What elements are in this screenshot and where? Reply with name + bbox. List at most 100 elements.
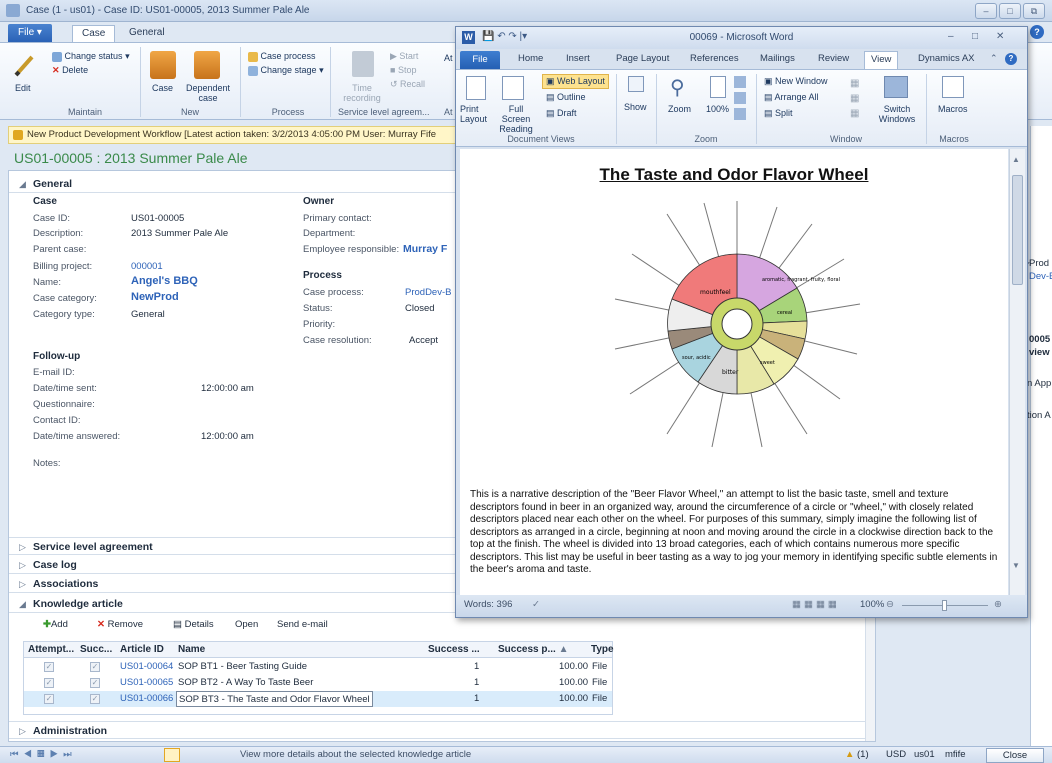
attempted-checkbox[interactable]: ✓ [44, 662, 54, 672]
side-by-side-icons[interactable]: ▦ ▦ ▦ [850, 76, 862, 122]
macros-button[interactable]: Macros [938, 104, 968, 114]
show-button[interactable]: Show [624, 102, 647, 112]
fasttab-administration[interactable]: ▷ Administration [9, 721, 875, 739]
case-process-button[interactable]: Case process [248, 51, 316, 62]
word-tab-review[interactable]: Review [818, 53, 849, 64]
change-status-button[interactable]: Change status ▾ [52, 51, 130, 62]
dependent-case-icon[interactable] [194, 51, 220, 79]
record-nav-icons[interactable]: ⏮◀▦▶⏭ [10, 747, 77, 763]
start-button[interactable]: ▶ Start [390, 51, 418, 62]
case-category-field[interactable]: NewProd [131, 291, 179, 303]
col-success-count[interactable]: Success ... [424, 642, 494, 658]
restore-button[interactable]: ⧉ [1023, 3, 1045, 19]
recall-button[interactable]: ↺ Recall [390, 79, 425, 90]
word-close-button[interactable]: ✕ [996, 31, 1004, 42]
col-article-id[interactable]: Article ID [116, 642, 174, 658]
word-vertical-scrollbar[interactable]: ▲ ▼ [1009, 149, 1025, 595]
company-indicator[interactable]: us01 [914, 747, 935, 763]
new-window-button[interactable]: ▣ New Window [764, 76, 828, 87]
date-answered-field[interactable]: 12:00:00 am [201, 431, 254, 442]
page-width-icon[interactable] [734, 108, 746, 120]
word-tab-mailings[interactable]: Mailings [760, 53, 795, 64]
name-field[interactable]: Angel's BBQ [131, 275, 198, 287]
word-count[interactable]: Words: 396 [464, 595, 512, 615]
word-tab-file[interactable]: File [460, 51, 500, 69]
remove-button[interactable]: ✕ Remove [97, 619, 143, 630]
category-type-field[interactable]: General [131, 309, 165, 320]
alerts-count[interactable]: (1) [857, 747, 869, 763]
date-sent-field[interactable]: 12:00:00 am [201, 383, 254, 394]
full-screen-icon[interactable] [502, 76, 524, 100]
zoom-100-icon[interactable] [710, 76, 726, 98]
two-pages-icon[interactable] [734, 92, 746, 104]
attachments-icon[interactable] [164, 748, 180, 762]
table-row[interactable]: ✓ ✓ US01-00064 SOP BT1 - Beer Tasting Gu… [24, 659, 612, 675]
open-button[interactable]: Open [235, 619, 258, 630]
case-process-field[interactable]: ProdDev-B [405, 287, 451, 298]
case-resolution-field[interactable]: Accept [409, 335, 438, 346]
show-icon[interactable] [628, 76, 644, 92]
article-id-cell[interactable]: US01-00065 [120, 675, 173, 691]
table-row-selected[interactable]: ✓ ✓ US01-00066 SOP BT3 - The Taste and O… [24, 691, 612, 707]
stop-button[interactable]: ■ Stop [390, 65, 416, 75]
print-layout-icon[interactable] [466, 76, 486, 100]
word-help-icon[interactable]: ? [1005, 53, 1017, 65]
successful-checkbox[interactable]: ✓ [90, 694, 100, 704]
scroll-up-icon[interactable]: ▲ [1012, 155, 1020, 164]
close-button[interactable]: Close [986, 748, 1044, 763]
macros-icon[interactable] [942, 76, 964, 98]
currency-indicator[interactable]: USD [886, 747, 906, 763]
delete-button[interactable]: ✕ Delete [52, 65, 88, 76]
case-icon[interactable] [150, 51, 176, 79]
word-document[interactable]: The Taste and Odor Flavor Wheel mouthfee… [460, 149, 1008, 595]
workflow-infobar[interactable]: New Product Development Workflow [Latest… [8, 126, 463, 144]
name-cell[interactable]: SOP BT3 - The Taste and Odor Flavor Whee… [176, 691, 373, 707]
word-tab-dynamics[interactable]: Dynamics AX [918, 53, 975, 64]
article-id-cell[interactable]: US01-00066 [120, 691, 173, 707]
maximize-button[interactable]: □ [999, 3, 1021, 19]
ribbon-collapse-icon[interactable]: ⌃ [990, 53, 998, 64]
zoom-icon[interactable]: ⚲ [670, 75, 685, 100]
details-button[interactable]: ▤ Details [173, 619, 214, 630]
change-stage-button[interactable]: Change stage ▾ [248, 65, 324, 76]
switch-windows-button[interactable]: Switch Windows [874, 104, 920, 124]
col-attempt[interactable]: Attempt... [24, 642, 76, 658]
add-button[interactable]: ✚Add [43, 619, 68, 630]
tab-general[interactable]: General [120, 25, 174, 42]
user-indicator[interactable]: mfife [945, 747, 966, 763]
zoom-in-icon[interactable]: ⊕ [994, 595, 1002, 615]
arrange-all-button[interactable]: ▤ Arrange All [764, 92, 819, 103]
send-email-button[interactable]: Send e-mail [277, 619, 328, 630]
switch-windows-icon[interactable] [884, 76, 908, 98]
outline-button[interactable]: ▤ Outline [546, 92, 586, 103]
successful-checkbox[interactable]: ✓ [90, 678, 100, 688]
help-icon[interactable]: ? [1030, 25, 1044, 39]
minimize-button[interactable]: – [975, 3, 997, 19]
word-tab-references[interactable]: References [690, 53, 739, 64]
zoom-out-icon[interactable]: ⊖ [886, 595, 894, 615]
case-id-field[interactable]: US01-00005 [131, 213, 184, 224]
col-name[interactable]: Name [174, 642, 424, 658]
tab-case[interactable]: Case [72, 25, 116, 42]
at-button[interactable]: At [444, 53, 453, 63]
full-screen-label[interactable]: Full Screen Reading [494, 104, 538, 134]
web-layout-button[interactable]: ▣ Web Layout [542, 74, 609, 89]
billing-project-field[interactable]: 000001 [131, 261, 163, 272]
status-field[interactable]: Closed [405, 303, 435, 314]
print-layout-label[interactable]: Print Layout [460, 104, 490, 124]
zoom-100-button[interactable]: 100% [706, 104, 729, 114]
col-success-pct[interactable]: Success p... ▲ [494, 642, 589, 658]
edit-button[interactable] [12, 53, 38, 79]
alerts-icon[interactable]: ▲ [845, 747, 854, 763]
word-maximize-button[interactable]: □ [972, 31, 978, 42]
successful-checkbox[interactable]: ✓ [90, 662, 100, 672]
scroll-down-icon[interactable]: ▼ [1012, 561, 1020, 570]
attempted-checkbox[interactable]: ✓ [44, 694, 54, 704]
word-tab-page-layout[interactable]: Page Layout [616, 53, 669, 64]
attempted-checkbox[interactable]: ✓ [44, 678, 54, 688]
view-mode-icons[interactable]: ▦▦▦▦ [792, 595, 840, 615]
tab-file[interactable]: File ▾ [8, 24, 52, 42]
zoom-level[interactable]: 100% [860, 595, 884, 615]
word-minimize-button[interactable]: – [948, 31, 954, 42]
description-field[interactable]: 2013 Summer Pale Ale [131, 228, 228, 239]
